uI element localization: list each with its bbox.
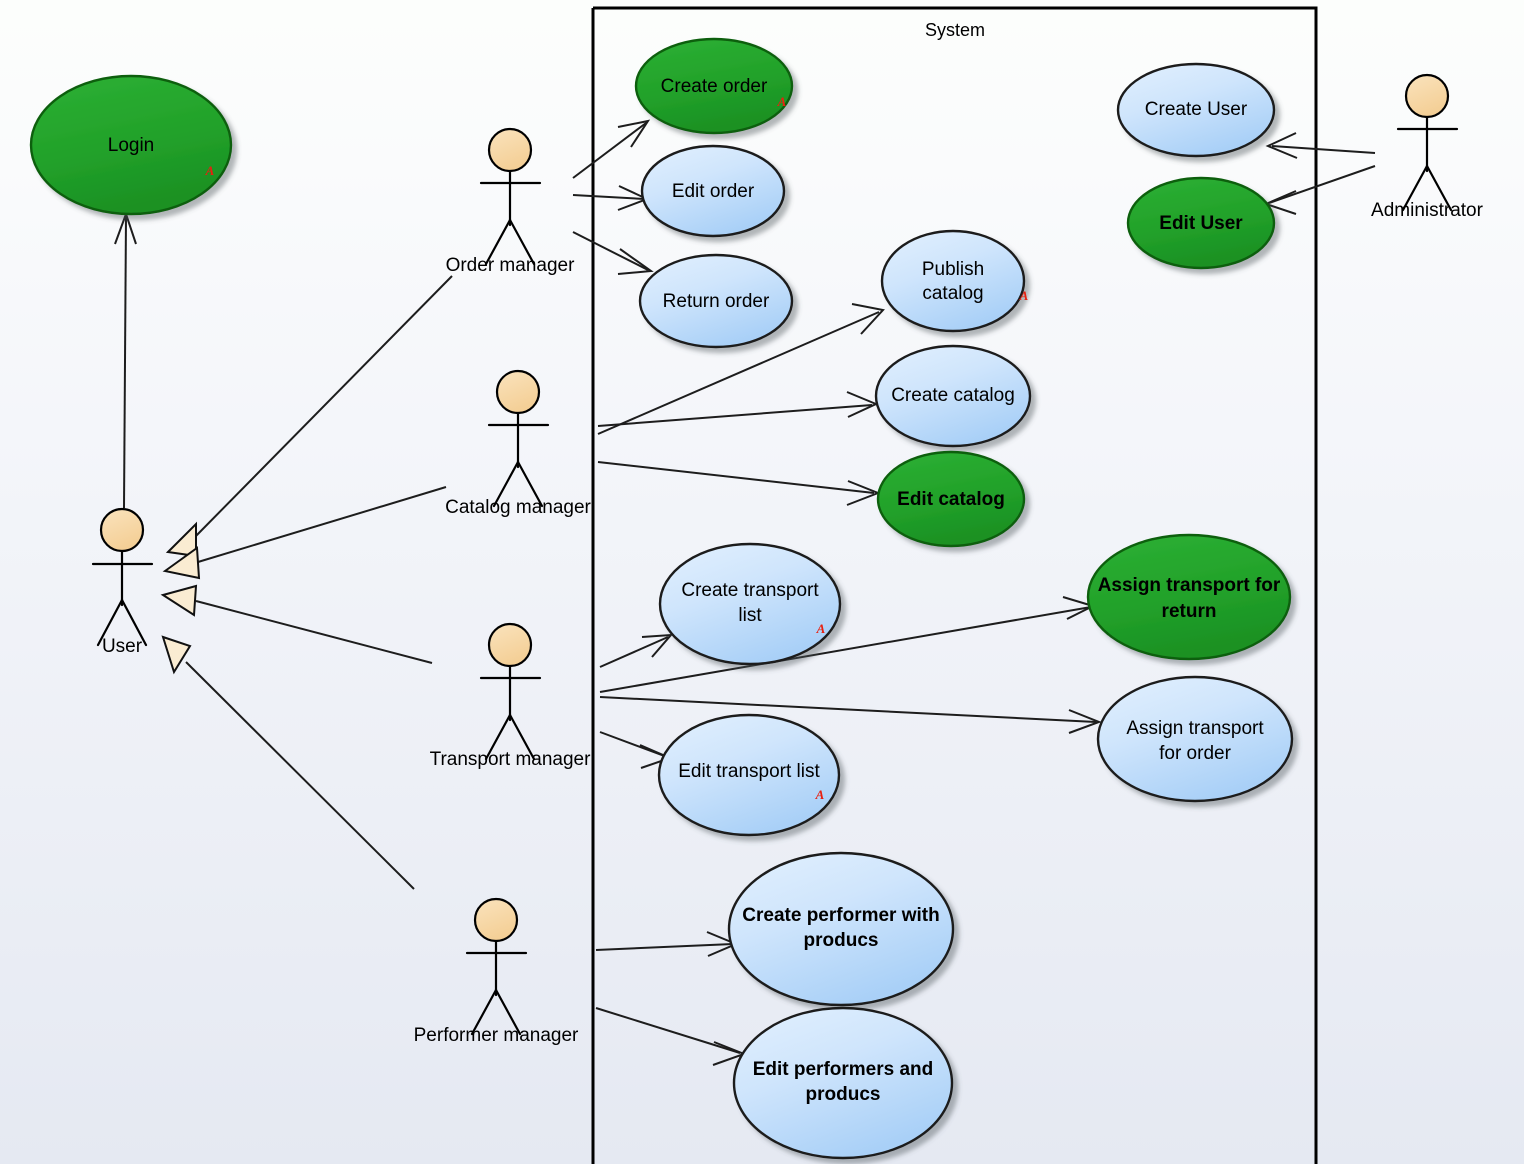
actor-user[interactable]: User [91, 507, 154, 657]
actor-order-manager-label: Order manager [446, 255, 576, 276]
use-case-edit-user[interactable]: Edit User [1126, 176, 1276, 270]
use-case-create-transport-list[interactable]: Create transport list A [658, 542, 842, 666]
use-case-edit-transport-list[interactable]: Edit transport list A [657, 713, 841, 837]
association-administrator-edit-user [1263, 165, 1376, 215]
actor-user-label: User [102, 636, 143, 657]
association-performer-manager-create-performer [595, 931, 739, 957]
system-boundary-label: System [925, 20, 985, 40]
actor-order-manager-head [487, 127, 533, 173]
actor-catalog-manager-label: Catalog manager [445, 497, 591, 518]
actor-catalog-manager[interactable]: Catalog manager [445, 369, 592, 518]
generalization-catalog-manager-user [162, 486, 447, 580]
use-case-edit-transport-list-marker: A [815, 787, 825, 802]
use-case-create-user[interactable]: Create User [1116, 62, 1276, 158]
use-case-assign-transport-for-order[interactable]: Assign transport for order [1096, 675, 1294, 803]
use-case-login-marker: A [205, 163, 215, 178]
use-case-publish-catalog[interactable]: Publish catalog A [880, 229, 1029, 333]
actor-administrator[interactable]: Administrator [1371, 73, 1484, 221]
use-case-publish-catalog-label-line1: Publish [922, 259, 984, 280]
use-case-create-catalog[interactable]: Create catalog [874, 344, 1032, 448]
use-case-assign-transport-for-return[interactable]: Assign transport for return [1086, 533, 1292, 661]
actor-transport-manager-head [487, 622, 533, 668]
use-case-login[interactable]: Login A [29, 74, 233, 216]
actor-administrator-label: Administrator [1371, 200, 1484, 221]
use-case-edit-catalog-label: Edit catalog [897, 489, 1005, 510]
association-order-manager-return-order [572, 231, 654, 275]
association-administrator-create-user [1265, 132, 1376, 159]
use-case-edit-order[interactable]: Edit order [640, 144, 786, 238]
use-case-assign-transport-for-return-label-line1: Assign transport for [1098, 575, 1281, 596]
actor-performer-manager[interactable]: Performer manager [414, 897, 579, 1046]
association-order-manager-edit-order [572, 185, 650, 211]
association-catalog-manager-create-catalog [597, 391, 879, 427]
generalization-order-manager-user [165, 275, 453, 558]
use-case-create-performer-with-producs[interactable]: Create performer with producs [727, 851, 955, 1007]
generalization-lines [160, 275, 453, 890]
use-case-edit-catalog[interactable]: Edit catalog [876, 450, 1026, 548]
actor-administrator-head [1404, 73, 1450, 119]
use-case-publish-catalog-label-line2: catalog [922, 283, 983, 304]
generalization-transport-manager-user [160, 584, 433, 664]
use-case-create-performer-label-line2: producs [804, 930, 879, 951]
use-case-assign-transport-for-order-label-line1: Assign transport [1126, 718, 1264, 739]
actor-performer-manager-label: Performer manager [414, 1025, 579, 1046]
use-case-create-catalog-label: Create catalog [891, 385, 1015, 406]
use-case-create-order-label: Create order [661, 76, 768, 97]
use-case-publish-catalog-marker: A [1019, 288, 1029, 303]
use-case-return-order[interactable]: Return order [638, 253, 794, 349]
use-case-ellipses: Login A Create order A Edit order Return… [29, 37, 1294, 1160]
actor-user-head [99, 507, 145, 553]
use-case-assign-transport-for-order-label-line2: for order [1159, 743, 1231, 764]
actor-performer-manager-head [473, 897, 519, 943]
association-user-login [114, 210, 137, 509]
use-case-create-user-label: Create User [1145, 99, 1248, 120]
association-performer-manager-edit-performer [595, 1007, 747, 1066]
association-catalog-manager-edit-catalog [597, 461, 881, 506]
use-case-create-transport-list-marker: A [816, 621, 826, 636]
use-case-return-order-label: Return order [663, 291, 770, 312]
use-case-edit-performers-and-producs[interactable]: Edit performers and producs [732, 1006, 954, 1160]
use-case-create-transport-list-label-line1: Create transport [681, 580, 819, 601]
use-case-assign-transport-for-return-label-line2: return [1162, 601, 1217, 622]
use-case-diagram-canvas: System Login A Create order A Edit order… [0, 0, 1524, 1164]
use-case-edit-performer-label-line2: producs [806, 1084, 881, 1105]
association-order-manager-create-order [572, 119, 651, 179]
use-case-create-performer-label-line1: Create performer with [742, 905, 939, 926]
actor-catalog-manager-head [495, 369, 541, 415]
use-case-create-order-marker: A [777, 94, 787, 109]
actor-transport-manager[interactable]: Transport manager [430, 622, 592, 770]
actor-order-manager[interactable]: Order manager [446, 127, 576, 276]
generalization-performer-manager-user [161, 635, 415, 890]
association-transport-manager-assign-transport-order [599, 696, 1102, 734]
use-case-edit-transport-list-label: Edit transport list [678, 761, 820, 782]
use-case-create-order[interactable]: Create order A [634, 37, 794, 135]
use-case-create-transport-list-label-line2: list [738, 605, 762, 626]
use-case-edit-order-label: Edit order [672, 181, 755, 202]
use-case-login-label: Login [108, 135, 155, 156]
association-transport-manager-edit-transport-list [599, 731, 673, 769]
actor-transport-manager-label: Transport manager [430, 749, 592, 770]
use-case-edit-user-label: Edit User [1159, 213, 1243, 234]
use-case-edit-performer-label-line1: Edit performers and [753, 1059, 934, 1080]
association-transport-manager-create-transport-list [599, 633, 674, 668]
